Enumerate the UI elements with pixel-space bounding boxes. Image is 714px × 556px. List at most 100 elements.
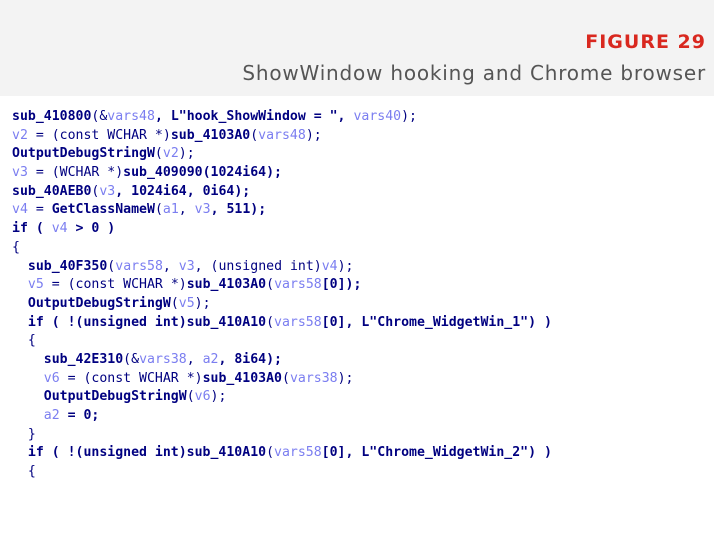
figure-header: FIGURE 29 ShowWindow hooking and Chrome … [0, 0, 714, 96]
code-token: vars58 [115, 258, 163, 274]
code-token: ( [154, 202, 163, 218]
code-line: { [12, 239, 714, 258]
code-token: v4 [12, 202, 28, 218]
code-token: sub_4103A0 [202, 370, 282, 386]
code-line: v4 = GetClassNameW(a1, v3, 511); [12, 201, 714, 220]
code-line: sub_410800(&vars48, L"hook_ShowWindow = … [12, 108, 714, 127]
code-token: (& [91, 109, 108, 124]
code-token: = (const WCHAR *) [59, 370, 203, 386]
code-token: ); [210, 389, 227, 405]
code-token: v3 [12, 165, 28, 181]
code-line: sub_42E310(&vars38, a2, 8i64); [12, 351, 714, 370]
code-token: ( [154, 146, 163, 162]
code-token: v6 [194, 389, 211, 405]
code-token: sub_4103A0 [170, 127, 251, 143]
code-token: OutputDebugStringW [12, 146, 155, 162]
code-token: v4 [321, 258, 338, 274]
code-token: , [178, 202, 195, 218]
code-line: { [12, 332, 714, 351]
code-token: v3 [178, 258, 195, 274]
code-token: [0], L"Chrome_WidgetWin_1") ) [321, 314, 552, 330]
code-line: { [12, 463, 714, 482]
code-token: OutputDebugStringW [27, 295, 171, 311]
code-token: v2 [162, 146, 179, 162]
code-token: vars48 [107, 109, 155, 124]
code-token: vars58 [274, 277, 322, 293]
code-line: OutputDebugStringW(v5); [12, 295, 714, 314]
code-token: v5 [27, 277, 44, 293]
code-token: [0], L"Chrome_WidgetWin_2") ) [321, 445, 552, 461]
code-token: ( [281, 370, 290, 386]
code-line: a2 = 0; [12, 407, 714, 426]
figure-label: FIGURE 29 [585, 31, 706, 53]
code-line: v3 = (WCHAR *)sub_409090(1024i64); [12, 164, 714, 183]
code-token: vars38 [289, 370, 338, 386]
code-token: vars38 [139, 351, 187, 367]
code-token: vars40 [353, 109, 402, 124]
code-token: sub_40F350 [27, 258, 108, 274]
code-token: sub_409090 [123, 165, 203, 181]
code-token: ); [337, 258, 354, 274]
code-line: } [12, 426, 714, 445]
figure-caption: ShowWindow hooking and Chrome browser [242, 61, 706, 85]
code-token: , 8i64); [218, 351, 283, 367]
code-token: sub_410A10 [186, 445, 267, 461]
code-token: > 0 ) [67, 221, 116, 237]
code-token: if ( !(unsigned int) [12, 314, 187, 330]
code-token: v2 [12, 127, 28, 143]
code-token: vars58 [274, 445, 322, 461]
code-token: } [12, 426, 36, 442]
code-token: ); [305, 127, 322, 143]
code-token: { [12, 239, 20, 255]
code-token: ( [266, 277, 275, 293]
code-token: sub_410A10 [186, 314, 267, 330]
code-token: a1 [162, 202, 179, 218]
code-token: , L"hook_ShowWindow = ", [154, 109, 354, 124]
code-token: , [162, 258, 179, 274]
code-token: v4 [51, 221, 68, 237]
code-token: { [12, 333, 36, 349]
code-line: OutputDebugStringW(v2); [12, 145, 714, 164]
code-token: ( [186, 389, 195, 405]
code-line: OutputDebugStringW(v6); [12, 388, 714, 407]
code-token: if ( !(unsigned int) [12, 445, 187, 461]
code-token: ( [266, 314, 275, 330]
code-line: sub_40F350(vars58, v3, (unsigned int)v4)… [12, 258, 714, 277]
code-token: = 0; [59, 408, 100, 423]
code-line: v2 = (const WCHAR *)sub_4103A0(vars48); [12, 127, 714, 146]
code-line: if ( v4 > 0 ) [12, 220, 714, 239]
code-line: if ( !(unsigned int)sub_410A10(vars58[0]… [12, 314, 714, 333]
code-token: vars48 [258, 127, 306, 143]
code-token: sub_410800 [12, 109, 92, 124]
code-line: if ( !(unsigned int)sub_410A10(vars58[0]… [12, 444, 714, 463]
code-token: = (WCHAR *) [27, 165, 124, 181]
code-token: ); [337, 370, 354, 386]
code-token: ( [170, 295, 179, 311]
code-token: v5 [178, 295, 195, 311]
code-token: sub_4103A0 [186, 277, 267, 293]
code-token: OutputDebugStringW [43, 389, 187, 405]
code-token: ( [250, 127, 259, 143]
code-token: (& [123, 351, 140, 367]
code-token: a2 [43, 408, 60, 423]
code-token: ( [266, 445, 275, 461]
code-token: v3 [99, 183, 116, 199]
code-token: , (unsigned int) [194, 258, 322, 274]
code-token: if ( [12, 221, 52, 237]
code-line: v6 = (const WCHAR *)sub_4103A0(vars38); [12, 370, 714, 389]
code-token: vars58 [274, 314, 322, 330]
code-token: [0]); [321, 277, 362, 293]
code-token: , 511); [210, 202, 267, 218]
code-token: , [186, 351, 203, 367]
code-token: (1024i64); [202, 165, 282, 181]
code-token: ); [401, 109, 417, 124]
code-token: v3 [194, 202, 211, 218]
code-token: sub_42E310 [43, 351, 124, 367]
